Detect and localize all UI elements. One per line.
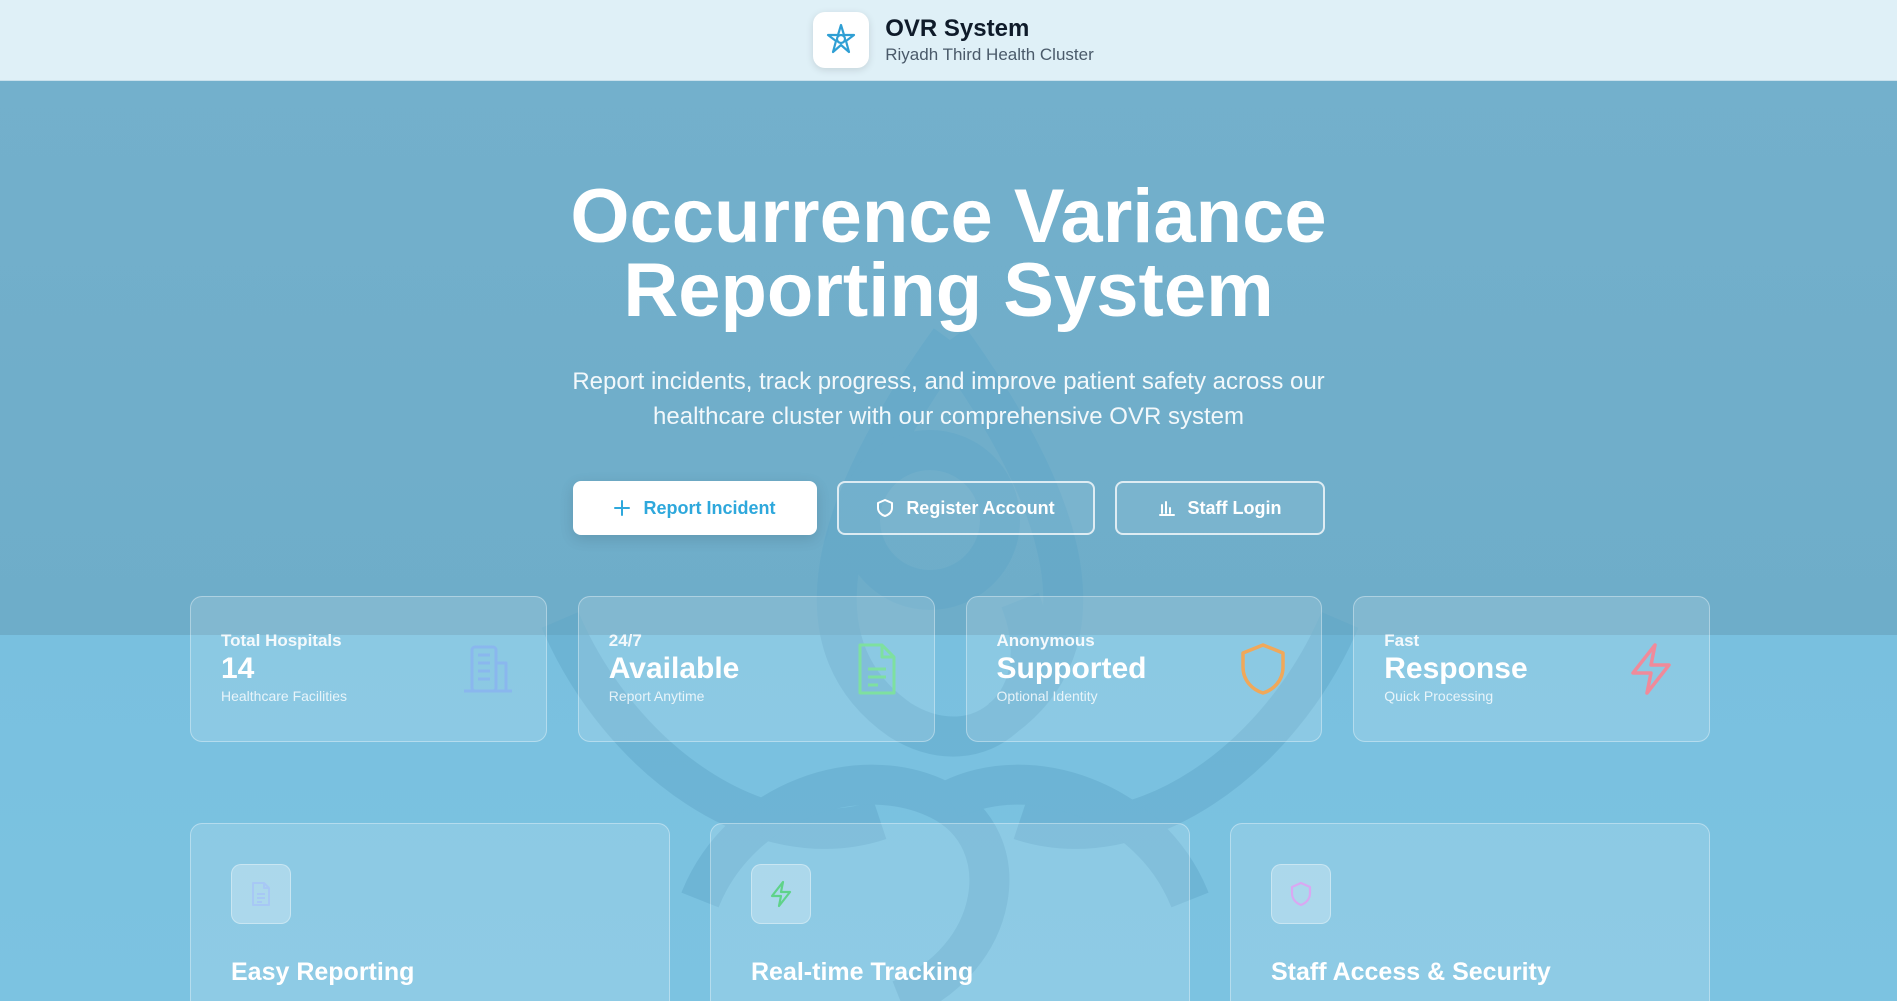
lightning-icon xyxy=(770,880,792,908)
document-icon xyxy=(252,882,270,906)
hero-title-line1: Occurrence Variance xyxy=(570,174,1327,259)
feature-title: Easy Reporting xyxy=(231,958,415,986)
report-incident-button[interactable]: Report Incident xyxy=(572,481,817,535)
shield-icon xyxy=(877,499,894,517)
lightning-icon xyxy=(1631,643,1671,695)
feature-icon-box xyxy=(231,864,291,924)
plus-icon xyxy=(614,500,631,516)
features-row: Easy Reporting Real-time Tracking Staff … xyxy=(190,823,1710,1001)
staff-login-button[interactable]: Staff Login xyxy=(1114,481,1325,535)
shield-icon xyxy=(1290,881,1312,907)
app-title: OVR System xyxy=(885,15,1030,42)
stat-card-anonymous: Anonymous Supported Optional Identity xyxy=(965,596,1323,742)
app-subtitle: Riyadh Third Health Cluster xyxy=(885,45,1094,64)
feature-icon-box xyxy=(751,864,811,924)
feature-card-staff-access: Staff Access & Security xyxy=(1230,823,1710,1001)
hero-description: Report incidents, track progress, and im… xyxy=(572,368,1325,430)
building-icon xyxy=(463,645,512,693)
star-flower-icon xyxy=(827,23,856,54)
feature-card-real-time-tracking: Real-time Tracking xyxy=(710,823,1190,1001)
staff-login-label: Staff Login xyxy=(1187,497,1282,518)
feature-title: Real-time Tracking xyxy=(751,958,974,986)
hero-title: Occurrence Variance Reporting System xyxy=(0,179,1897,329)
shield-icon xyxy=(1241,643,1285,695)
hero-section: Occurrence Variance Reporting System Rep… xyxy=(0,179,1897,434)
brand[interactable]: OVR System Riyadh Third Health Cluster xyxy=(813,12,1094,68)
bar-chart-icon xyxy=(1158,501,1175,516)
register-account-label: Register Account xyxy=(906,497,1055,518)
logo xyxy=(813,12,870,68)
hero-actions: Report Incident Register Account Staff L… xyxy=(0,481,1897,535)
stats-row: Total Hospitals 14 Healthcare Facilities… xyxy=(190,596,1710,742)
register-account-button[interactable]: Register Account xyxy=(836,481,1095,535)
stat-card-response: Fast Response Quick Processing xyxy=(1353,596,1710,742)
stat-card-hospitals: Total Hospitals 14 Healthcare Facilities xyxy=(190,596,547,742)
stat-card-availability: 24/7 Available Report Anytime xyxy=(577,596,935,742)
feature-title: Staff Access & Security xyxy=(1271,958,1551,986)
feature-icon-box xyxy=(1271,864,1331,924)
feature-card-easy-reporting: Easy Reporting xyxy=(190,823,670,1001)
report-incident-label: Report Incident xyxy=(643,497,776,518)
top-header: OVR System Riyadh Third Health Cluster xyxy=(0,0,1897,81)
hero-title-line2: Reporting System xyxy=(623,248,1274,333)
document-icon xyxy=(858,643,895,695)
